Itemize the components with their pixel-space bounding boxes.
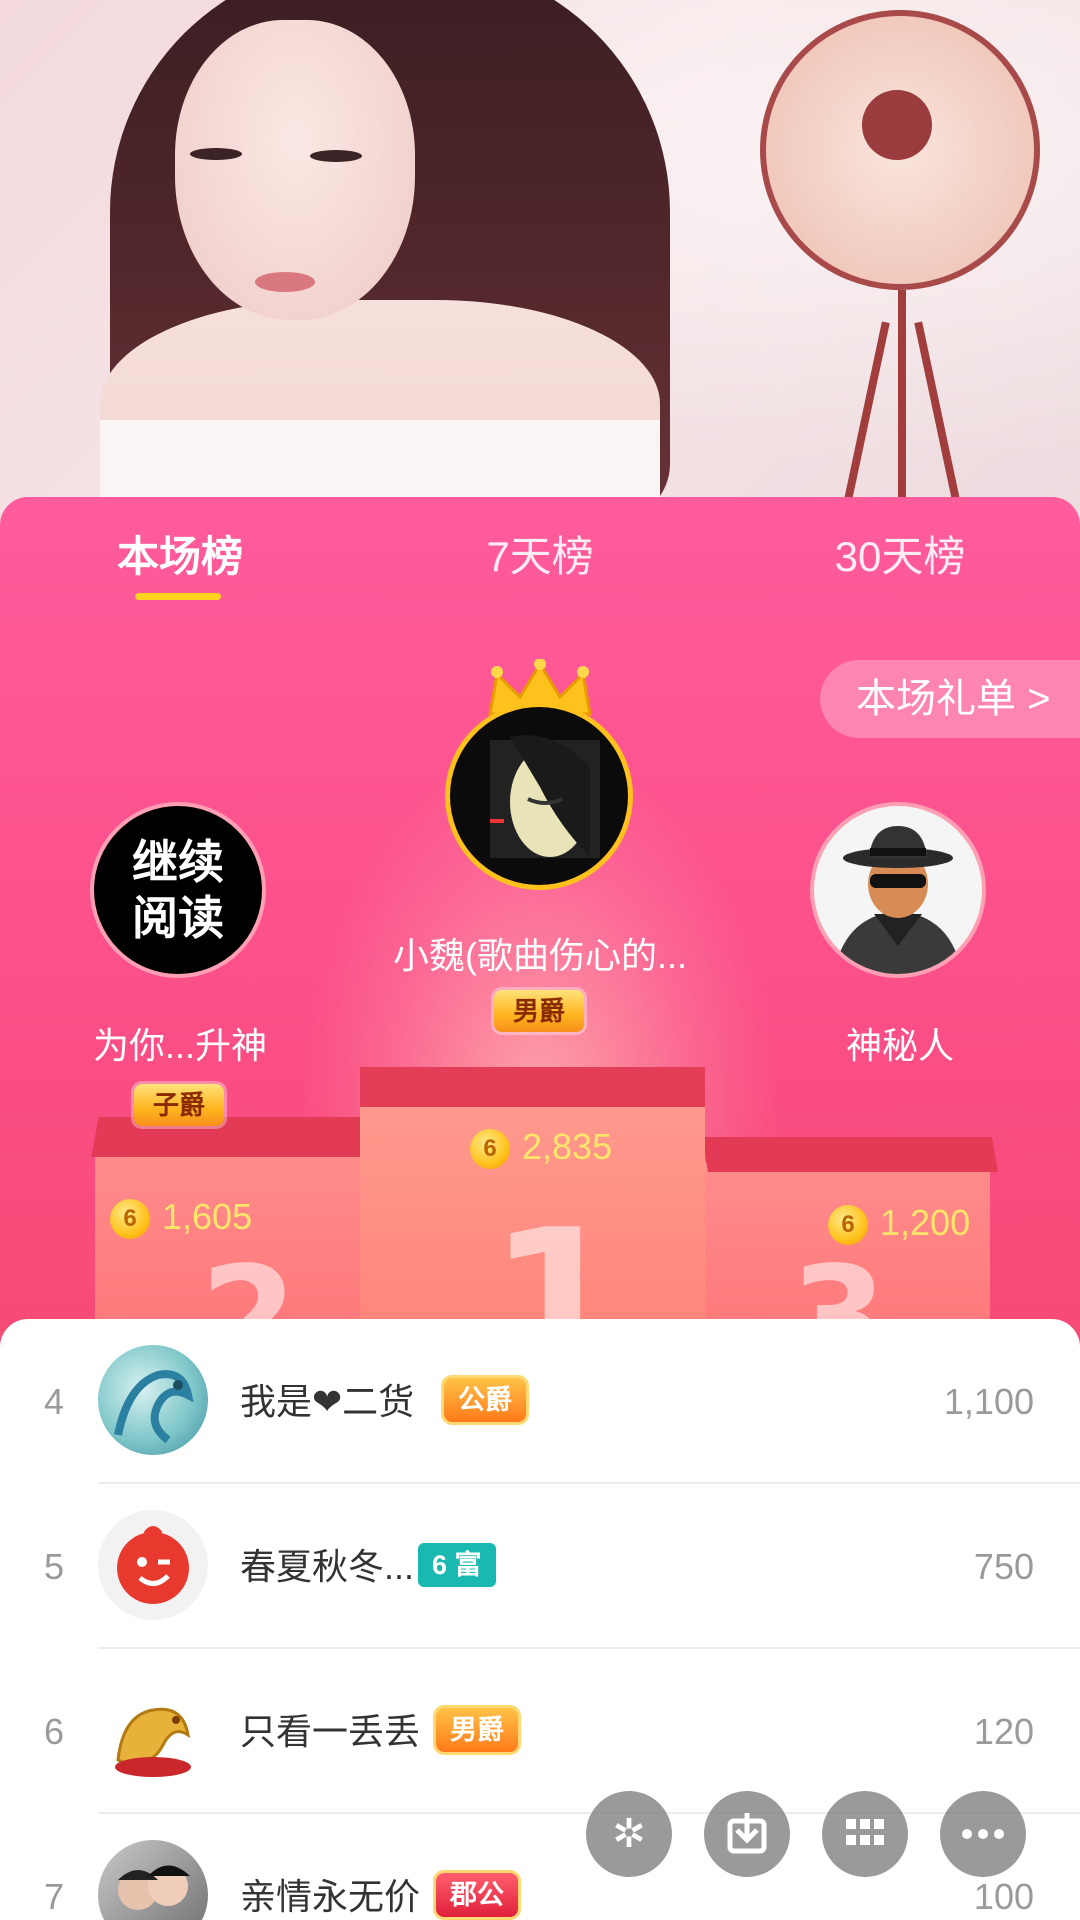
avatar [98, 1840, 208, 1920]
second-place-avatar-text: 继续 阅读 [132, 836, 224, 944]
first-place-coin-value: 2,835 [522, 1126, 613, 1167]
user-name: 春夏秋冬... [240, 1546, 415, 1587]
tab-30-days[interactable]: 30天榜 [820, 527, 980, 587]
list-item[interactable]: 4 我是❤二货 公爵 1,100 [0, 1319, 1080, 1484]
streamer-lips [255, 272, 315, 292]
second-place-coins: 6 1,605 [110, 1194, 252, 1240]
podium-third-top [701, 1137, 999, 1172]
coin-icon: 6 [470, 1129, 510, 1170]
coin-icon: 6 [110, 1199, 150, 1240]
list-item[interactable]: 6 只看一丢丢 男爵 120 [0, 1649, 1080, 1814]
contribution-value: 750 [973, 1546, 1034, 1587]
gift-list-button[interactable]: 本场礼单 > [820, 660, 1080, 738]
download-button[interactable] [704, 1791, 790, 1877]
rank-number: 5 [44, 1546, 65, 1587]
third-place-coins: 6 1,200 [828, 1200, 970, 1246]
woman-portrait-icon [490, 735, 600, 858]
couple-photo-icon [118, 1865, 190, 1910]
third-place-name: 神秘人 [845, 1025, 954, 1066]
more-button[interactable] [940, 1791, 1026, 1877]
second-place-title-badge: 子爵 [134, 1084, 224, 1126]
first-place-coins: 6 2,835 [470, 1124, 612, 1170]
sparkle-icon: ✲ [612, 1812, 646, 1856]
wink-face-icon [117, 1526, 189, 1604]
user-name: 我是❤二货 [240, 1381, 415, 1422]
title-badge: 男爵 [436, 1708, 518, 1752]
contribution-value: 1,100 [943, 1381, 1034, 1422]
ring-lamp-core [862, 90, 932, 160]
third-place-avatar[interactable] [810, 802, 986, 978]
avatar [98, 1510, 208, 1620]
more-icon [962, 1829, 1004, 1839]
title-badge: 郡公 [436, 1873, 518, 1917]
tab-current-session[interactable]: 本场榜 [100, 527, 260, 587]
first-place-avatar[interactable] [445, 702, 633, 890]
first-place-title-badge: 男爵 [494, 990, 584, 1032]
rank-number: 7 [44, 1876, 65, 1917]
grid-button[interactable] [822, 1791, 908, 1877]
tab-underline [135, 593, 221, 600]
grid-icon [846, 1819, 884, 1845]
streamer-eye-left [190, 148, 242, 160]
second-place-coin-value: 1,605 [162, 1196, 253, 1237]
coin-icon: 6 [828, 1205, 868, 1246]
download-icon [727, 1813, 767, 1854]
list-item[interactable]: 5 春夏秋冬... 6 富 750 [0, 1484, 1080, 1649]
avatar [98, 1345, 208, 1455]
user-name: 只看一丢丢 [240, 1711, 421, 1752]
dragon-avatar-icon [114, 1370, 194, 1444]
sparkle-button[interactable]: ✲ [586, 1791, 672, 1877]
list-item[interactable]: 7 亲情永无价 郡公 100 [0, 1814, 1080, 1920]
second-place-avatar[interactable]: 继续 阅读 [90, 802, 266, 978]
third-place-coin-value: 1,200 [880, 1202, 971, 1243]
live-video[interactable] [0, 0, 1080, 520]
contribution-value: 120 [973, 1711, 1034, 1752]
second-place-name: 为你...升神 [92, 1025, 267, 1066]
tab-7-days[interactable]: 7天榜 [460, 527, 620, 587]
rank-list: 4 我是❤二货 公爵 1,100 5 春夏秋冬... 6 富 750 6 只看一… [0, 1319, 1080, 1920]
rank-number: 4 [44, 1381, 65, 1422]
streamer-eye-right [310, 150, 362, 162]
podium-first-top [360, 1067, 705, 1107]
ranking-tabs: 本场榜 7天榜 30天榜 [0, 497, 1080, 617]
golden-dragon-icon [115, 1707, 191, 1777]
rank-number: 6 [44, 1711, 65, 1752]
title-badge: 公爵 [444, 1378, 526, 1422]
lamp-stand [898, 290, 906, 520]
first-place-name: 小魏(歌曲伤心的... [393, 935, 687, 976]
wealth-level-badge: 6 富 [418, 1543, 496, 1587]
mystery-man-icon [834, 826, 962, 974]
avatar [98, 1675, 208, 1785]
user-name: 亲情永无价 [240, 1876, 421, 1917]
